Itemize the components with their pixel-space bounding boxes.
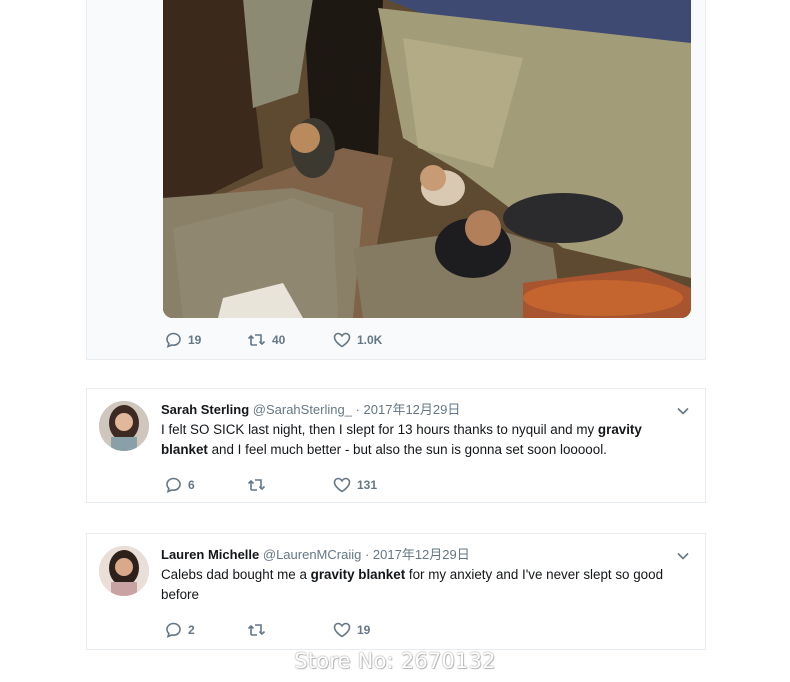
tweet-card-photo: 19 40 1.0K [86, 0, 706, 360]
tweet-date[interactable]: 2017年12月29日 [364, 402, 461, 417]
like-action[interactable]: 19 [333, 622, 370, 638]
reply-count: 6 [188, 478, 195, 492]
tweet-photo[interactable] [163, 0, 691, 318]
user-name[interactable]: Sarah Sterling [161, 402, 249, 417]
tweet-actions: 2 19 [165, 622, 370, 638]
like-count: 1.0K [357, 333, 383, 347]
tweet-card: Sarah Sterling @SarahSterling_ · 2017年12… [86, 388, 706, 503]
tweet-actions: 6 131 [165, 477, 377, 493]
reply-action[interactable]: 6 [165, 477, 247, 493]
tweet-text: Calebs dad bought me a gravity blanket f… [161, 565, 687, 605]
retweet-icon [247, 478, 266, 492]
avatar[interactable] [99, 401, 149, 451]
blanket-fort-photo [163, 0, 691, 318]
reply-icon [165, 332, 182, 348]
reply-action[interactable]: 2 [165, 622, 247, 638]
reply-action[interactable]: 19 [165, 332, 247, 348]
chevron-down-icon[interactable] [677, 547, 689, 565]
tweet-card: Lauren Michelle @LaurenMCraiig · 2017年12… [86, 533, 706, 650]
tweet-header: Sarah Sterling @SarahSterling_ · 2017年12… [161, 402, 687, 418]
like-action[interactable]: 1.0K [333, 332, 382, 348]
retweet-icon [247, 623, 266, 637]
chevron-down-icon[interactable] [677, 402, 689, 420]
separator: · [361, 547, 373, 562]
like-action[interactable]: 131 [333, 477, 377, 493]
retweet-action[interactable]: 40 [247, 333, 333, 347]
reply-icon [165, 622, 182, 638]
tweet-actions: 19 40 1.0K [165, 332, 382, 348]
avatar[interactable] [99, 546, 149, 596]
tweet-text-part: I felt SO SICK last night, then I slept … [161, 422, 598, 437]
user-handle[interactable]: @LaurenMCraiig [263, 547, 361, 562]
user-handle[interactable]: @SarahSterling_ [253, 402, 352, 417]
tweet-text-bold: gravity blanket [310, 567, 406, 582]
retweet-action[interactable] [247, 478, 333, 492]
tweet-body: Sarah Sterling @SarahSterling_ · 2017年12… [161, 402, 687, 460]
separator: · [351, 402, 364, 417]
tweet-text: I felt SO SICK last night, then I slept … [161, 420, 687, 460]
like-count: 131 [357, 478, 378, 492]
store-watermark: Store No: 2670132 [294, 649, 496, 673]
tweet-text-part: Calebs dad bought me a [161, 567, 311, 582]
tweet-text-part: and I feel much better - but also the su… [207, 442, 607, 457]
retweet-count: 40 [272, 333, 286, 347]
retweet-action[interactable] [247, 623, 333, 637]
like-count: 19 [357, 623, 371, 637]
heart-icon [333, 332, 351, 348]
tweet-body: Lauren Michelle @LaurenMCraiig · 2017年12… [161, 547, 687, 605]
reply-count: 2 [188, 623, 195, 637]
heart-icon [333, 477, 351, 493]
reply-icon [165, 477, 182, 493]
reply-count: 19 [188, 333, 202, 347]
tweet-header: Lauren Michelle @LaurenMCraiig · 2017年12… [161, 547, 687, 563]
retweet-icon [247, 333, 266, 347]
user-name[interactable]: Lauren Michelle [161, 547, 259, 562]
heart-icon [333, 622, 351, 638]
tweet-date[interactable]: 2017年12月29日 [373, 547, 470, 562]
